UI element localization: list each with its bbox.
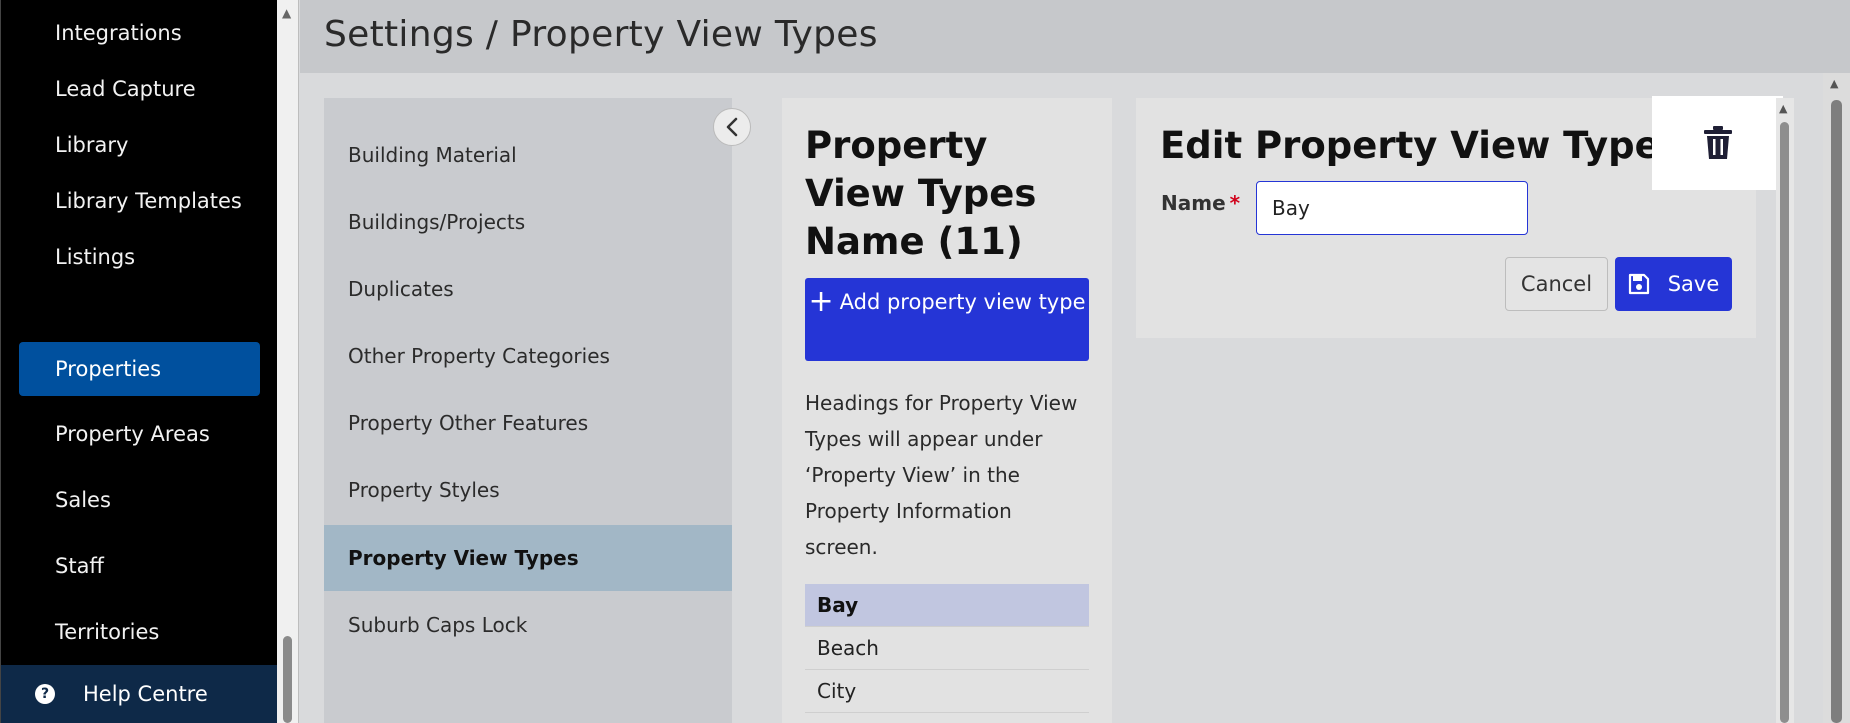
view-types-list: Bay Beach City — [805, 584, 1089, 713]
scroll-up-arrow-icon[interactable]: ▲ — [1779, 102, 1787, 115]
list-item[interactable]: City — [805, 670, 1089, 713]
nav-item-listings[interactable]: Listings — [19, 230, 260, 284]
nav-item-properties[interactable]: Properties — [19, 342, 260, 396]
settings-item-building-material[interactable]: Building Material — [324, 122, 732, 188]
collapse-panel-button[interactable] — [713, 108, 751, 146]
cancel-button[interactable]: Cancel — [1505, 257, 1608, 311]
nav-item-integrations[interactable]: Integrations — [19, 6, 260, 60]
page-scrollbar-thumb[interactable] — [1831, 100, 1842, 723]
settings-item-suburb-caps-lock[interactable]: Suburb Caps Lock — [324, 592, 732, 658]
nav-scrollbar-thumb[interactable] — [283, 636, 292, 723]
list-panel-title: Property View Types Name (11) — [805, 124, 1037, 263]
delete-button[interactable] — [1652, 96, 1783, 190]
nav-item-property-areas[interactable]: Property Areas — [19, 407, 260, 461]
floppy-disk-icon — [1628, 273, 1649, 295]
view-types-list-panel: Property View Types Name (11) + Add prope… — [782, 98, 1112, 723]
save-button[interactable]: Save — [1615, 257, 1732, 311]
scroll-up-arrow-icon[interactable]: ▲ — [282, 6, 291, 20]
settings-item-other-property-categories[interactable]: Other Property Categories — [324, 323, 732, 389]
add-property-view-type-button[interactable]: + Add property view type — [805, 278, 1089, 361]
edit-area-scrollbar[interactable]: ▲ — [1776, 98, 1794, 723]
nav-item-library-templates[interactable]: Library Templates — [19, 174, 260, 228]
nav-item-library[interactable]: Library — [19, 118, 260, 172]
settings-item-property-other-features[interactable]: Property Other Features — [324, 390, 732, 456]
add-button-label: Add property view type — [839, 290, 1086, 314]
save-label: Save — [1667, 272, 1720, 296]
page-title: Settings / Property View Types — [324, 14, 878, 55]
name-field-label: Name * — [1161, 191, 1240, 215]
list-item[interactable]: Bay — [805, 584, 1089, 627]
edit-panel-title: Edit Property View Types — [1160, 124, 1682, 167]
trash-icon — [1703, 126, 1732, 159]
name-label-text: Name — [1161, 191, 1226, 215]
chevron-left-icon — [726, 117, 738, 137]
list-item[interactable]: Beach — [805, 627, 1089, 670]
help-centre-label: Help Centre — [83, 682, 208, 706]
main-nav: Integrations Lead Capture Library Librar… — [0, 0, 278, 723]
nav-item-territories[interactable]: Territories — [19, 605, 260, 659]
settings-list: Building Material Buildings/Projects Dup… — [324, 98, 732, 723]
edit-area-scrollbar-thumb[interactable] — [1780, 122, 1789, 723]
settings-item-duplicates[interactable]: Duplicates — [324, 256, 732, 322]
nav-item-sales[interactable]: Sales — [19, 473, 260, 527]
page-scrollbar[interactable]: ▲ — [1823, 73, 1850, 723]
settings-item-property-styles[interactable]: Property Styles — [324, 457, 732, 523]
scroll-up-arrow-icon[interactable]: ▲ — [1830, 77, 1838, 90]
question-circle-icon: ? — [35, 684, 55, 704]
list-description: Headings for Property View Types will ap… — [805, 391, 1078, 559]
nav-item-staff[interactable]: Staff — [19, 539, 260, 593]
help-centre-link[interactable]: ? Help Centre — [1, 665, 278, 723]
nav-item-lead-capture[interactable]: Lead Capture — [19, 62, 260, 116]
page-header: Settings / Property View Types — [300, 0, 1850, 73]
settings-item-buildings-projects[interactable]: Buildings/Projects — [324, 189, 732, 255]
settings-item-property-view-types[interactable]: Property View Types — [324, 525, 732, 591]
required-mark: * — [1229, 191, 1241, 215]
name-input[interactable] — [1256, 181, 1528, 235]
plus-icon: + — [808, 284, 834, 319]
nav-scrollbar[interactable]: ▲ — [277, 0, 299, 723]
